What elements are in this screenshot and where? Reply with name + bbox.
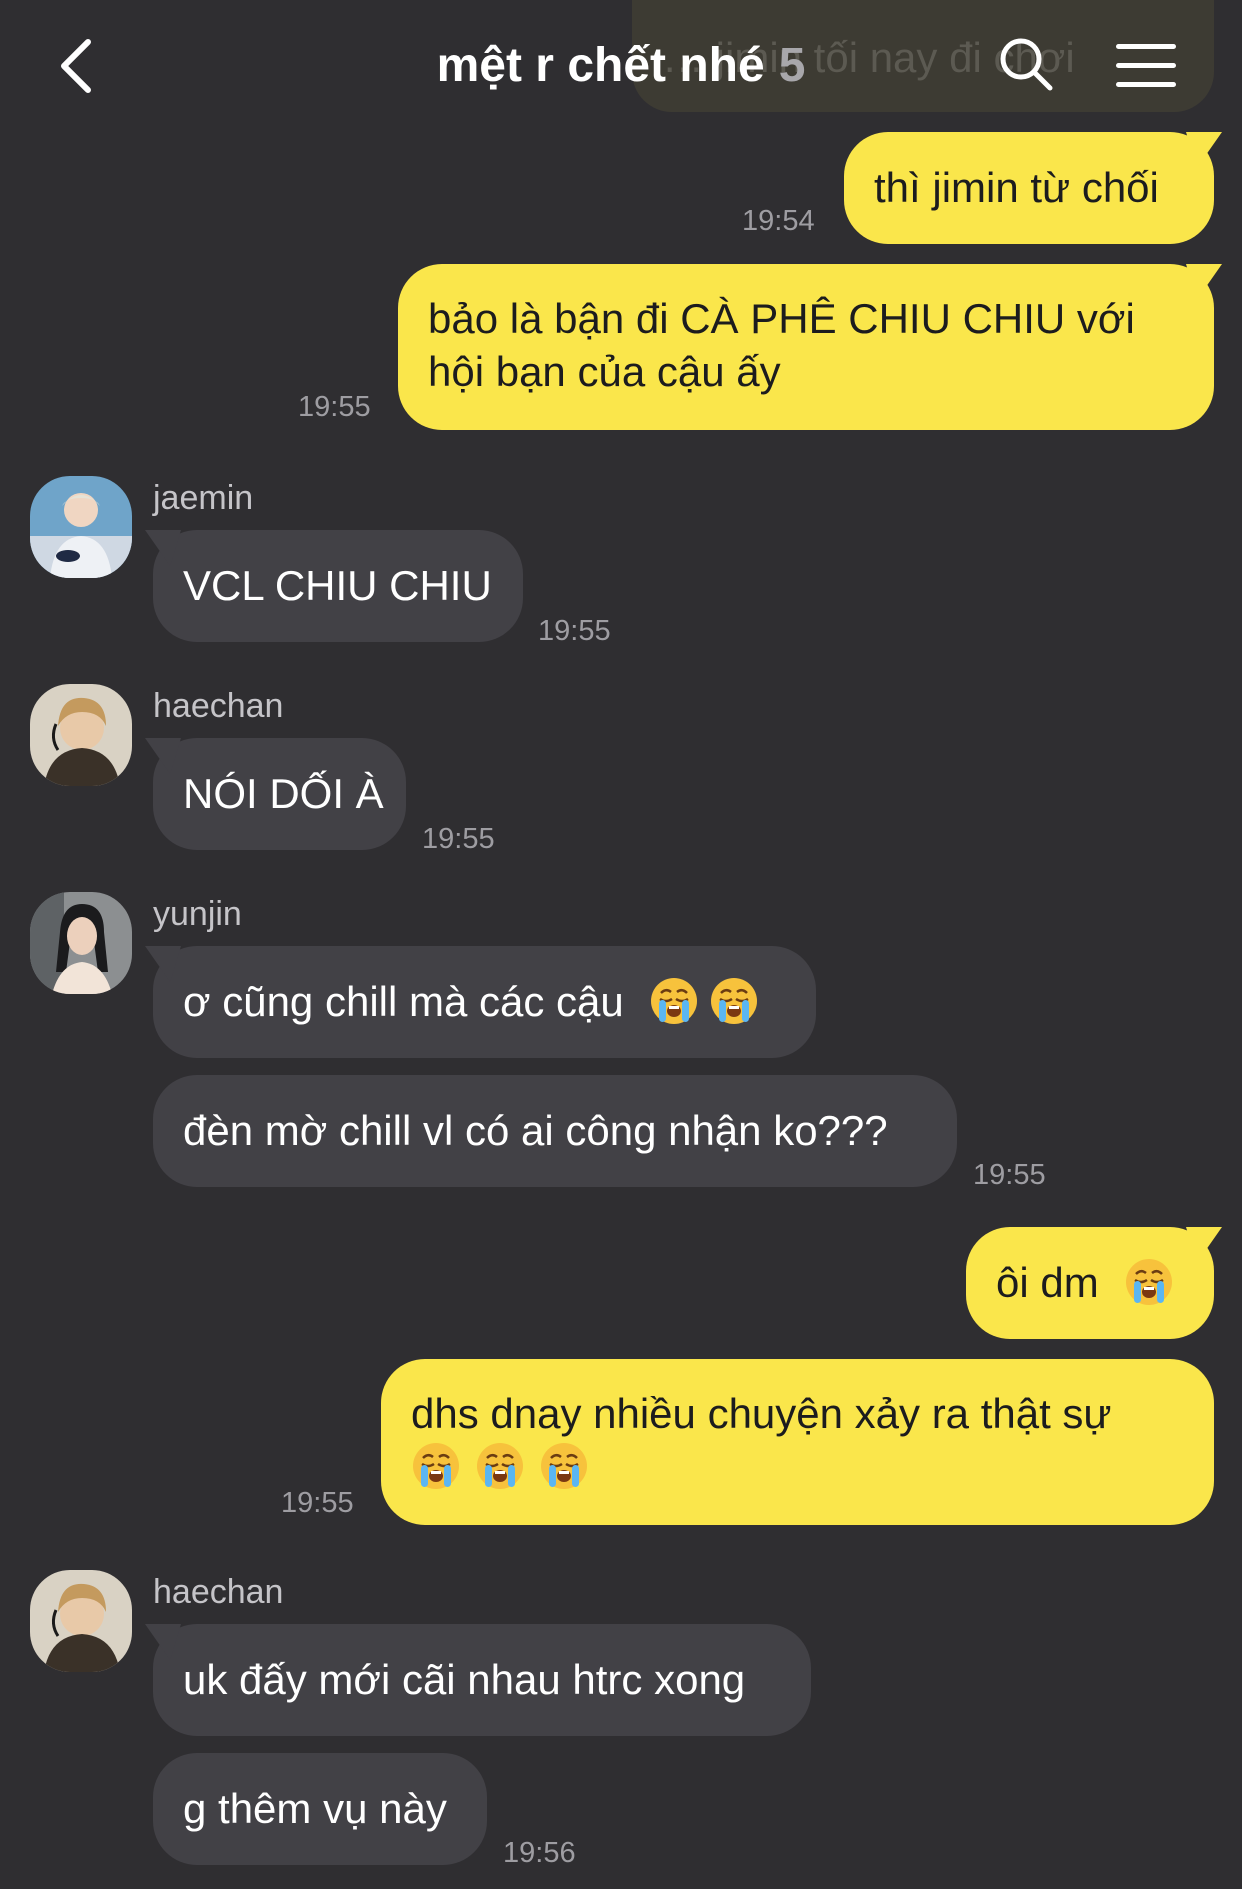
member-count: 5 <box>778 39 806 92</box>
message-text: ôi dm <box>996 1259 1099 1306</box>
message-text: bảo là bận đi CÀ PHÊ CHIU CHIU với <box>428 295 1135 342</box>
avatar-yunjin[interactable] <box>30 892 132 994</box>
message-text: NÓI DỐI À <box>183 770 384 817</box>
sender-name: haechan <box>153 687 284 725</box>
menu-button[interactable] <box>1114 40 1178 92</box>
their-message-bubble[interactable]: VCL CHIU CHIU <box>153 530 523 642</box>
their-message-bubble[interactable]: NÓI DỐI À <box>153 738 406 850</box>
message-emoji-line <box>411 1440 1184 1493</box>
message-text: ơ cũng chill mà các cậu <box>183 978 624 1025</box>
message-content: ơ cũng chill mà các cậu <box>183 975 786 1028</box>
their-message-bubble[interactable]: uk đấy mới cãi nhau htrc xong <box>153 1624 811 1736</box>
message-text: uk đấy mới cãi nhau htrc xong <box>183 1656 746 1703</box>
message-text: g thêm vụ này <box>183 1785 447 1832</box>
loudly-crying-face-icon <box>539 1441 589 1491</box>
avatar-haechan[interactable] <box>30 684 132 786</box>
hamburger-menu-icon <box>1116 44 1176 87</box>
message-timestamp: 19:55 <box>422 823 495 855</box>
search-button[interactable] <box>996 34 1056 94</box>
loudly-crying-face-icon <box>411 1441 461 1491</box>
my-message-bubble[interactable]: dhs dnay nhiều chuyện xảy ra thật sự <box>381 1359 1214 1525</box>
chat-header: mệt r chết nhé 5 <box>0 0 1242 132</box>
chat-screen: … jimin tối nay đi chơi mệt r chết nhé5 <box>0 0 1242 1889</box>
message-timestamp: 19:54 <box>742 205 815 237</box>
message-timestamp: 19:56 <box>503 1837 576 1869</box>
message-text: thì jimin từ chối <box>874 164 1159 211</box>
sender-name: haechan <box>153 1573 284 1611</box>
message-text: dhs dnay nhiều chuyện xảy ra thật sự <box>411 1390 1112 1437</box>
their-message-bubble[interactable]: đèn mờ chill vl có ai công nhận ko??? <box>153 1075 957 1187</box>
sender-name: jaemin <box>153 479 254 517</box>
their-message-bubble[interactable]: ơ cũng chill mà các cậu <box>153 946 816 1058</box>
my-message-bubble[interactable]: thì jimin từ chối <box>844 132 1214 244</box>
back-button[interactable] <box>52 36 108 96</box>
avatar-haechan[interactable] <box>30 1570 132 1672</box>
avatar-jaemin[interactable] <box>30 476 132 578</box>
message-timestamp: 19:55 <box>281 1487 354 1519</box>
message-text: hội bạn của cậu ấy <box>428 348 781 395</box>
message-timestamp: 19:55 <box>538 615 611 647</box>
my-message-bubble[interactable]: ôi dm <box>966 1227 1214 1339</box>
chat-room-name: mệt r chết nhé <box>436 39 765 92</box>
their-message-bubble[interactable]: g thêm vụ này <box>153 1753 487 1865</box>
loudly-crying-face-icon <box>709 976 759 1026</box>
message-timestamp: 19:55 <box>973 1159 1046 1191</box>
search-icon <box>1000 38 1053 91</box>
message-timestamp: 19:55 <box>298 391 371 423</box>
loudly-crying-face-icon <box>649 976 699 1026</box>
my-message-bubble[interactable]: bảo là bận đi CÀ PHÊ CHIU CHIU với hội b… <box>398 264 1214 430</box>
sender-name: yunjin <box>153 895 242 933</box>
message-text: VCL CHIU CHIU <box>183 562 492 609</box>
loudly-crying-face-icon <box>475 1441 525 1491</box>
chevron-left-icon <box>61 39 91 93</box>
message-content: ôi dm <box>996 1256 1184 1309</box>
loudly-crying-face-icon <box>1124 1257 1174 1307</box>
message-text: đèn mờ chill vl có ai công nhận ko??? <box>183 1107 888 1154</box>
